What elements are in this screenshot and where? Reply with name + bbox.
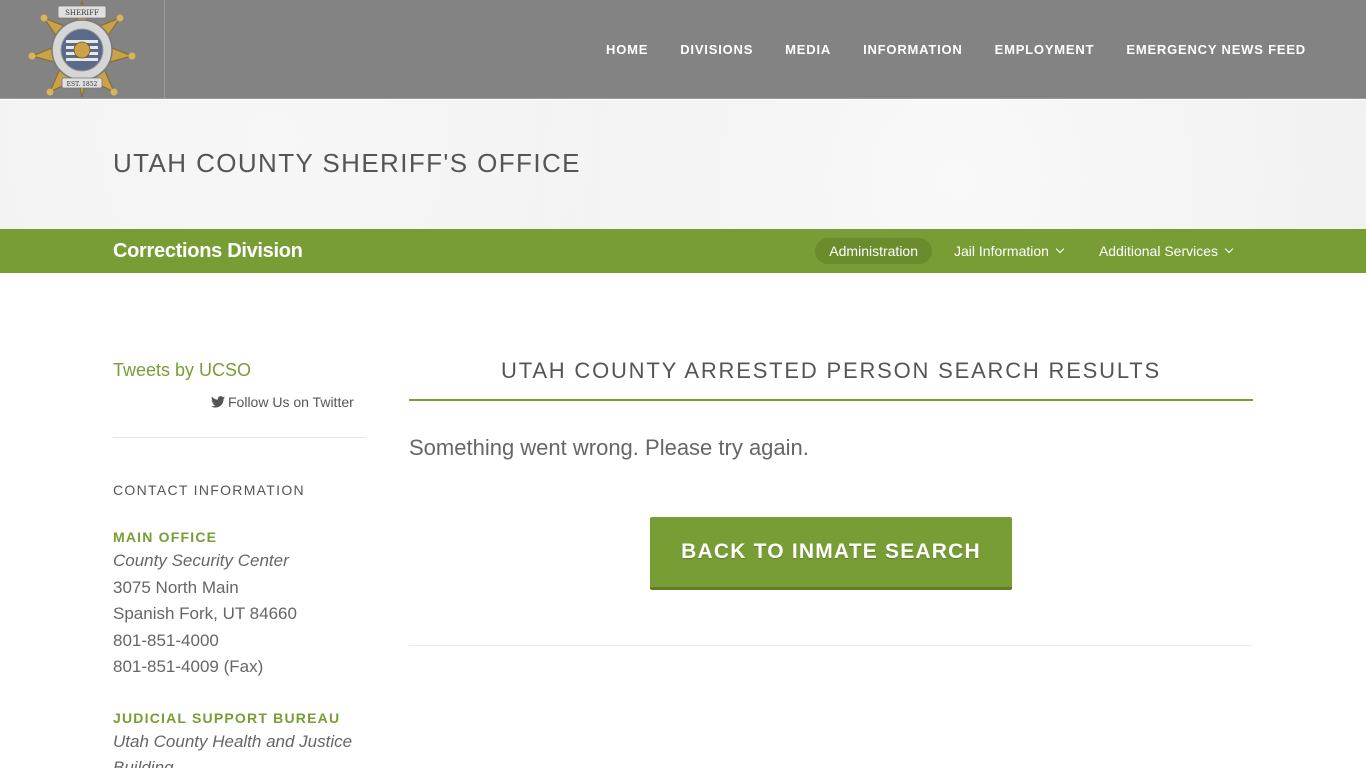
- error-message: Something went wrong. Please try again.: [409, 435, 809, 460]
- division-title[interactable]: Corrections Division: [113, 240, 303, 263]
- subnav-administration-label: Administration: [829, 243, 918, 259]
- svg-text:EST. 1852: EST. 1852: [67, 81, 98, 88]
- nav-information[interactable]: INFORMATION: [863, 42, 963, 57]
- judicial-bureau-name: Utah County Health and Justice: [113, 732, 353, 751]
- top-navigation: SHERIFF EST. 1852 HOME DIVISIONS MEDIA I…: [0, 0, 1366, 99]
- logo-container: SHERIFF EST. 1852: [0, 0, 165, 99]
- main-office-fax: 801-851-4009 (Fax): [113, 657, 264, 676]
- judicial-bureau-name-cont: Building: [113, 758, 174, 768]
- subnav-jail-information-label: Jail Information: [954, 243, 1049, 259]
- main-office-street: 3075 North Main: [113, 578, 239, 597]
- follow-twitter-link[interactable]: Follow Us on Twitter: [211, 394, 354, 410]
- content-divider: [409, 645, 1253, 646]
- results-title: UTAH COUNTY ARRESTED PERSON SEARCH RESUL…: [409, 350, 1253, 401]
- svg-text:SHERIFF: SHERIFF: [65, 9, 99, 17]
- main-content: UTAH COUNTY ARRESTED PERSON SEARCH RESUL…: [409, 350, 1253, 646]
- nav-emergency-news-feed[interactable]: EMERGENCY NEWS FEED: [1126, 42, 1306, 57]
- sidebar: Tweets by UCSO Follow Us on Twitter CONT…: [113, 360, 365, 768]
- hero-banner: UTAH COUNTY SHERIFF'S OFFICE: [0, 100, 1366, 229]
- nav-divisions[interactable]: DIVISIONS: [680, 42, 753, 57]
- main-office-phone[interactable]: 801-851-4000: [113, 631, 219, 651]
- division-bar: Corrections Division Administration Jail…: [0, 229, 1366, 273]
- nav-employment[interactable]: EMPLOYMENT: [995, 42, 1095, 57]
- main-office-city: Spanish Fork, UT 84660: [113, 604, 297, 623]
- follow-twitter-label: Follow Us on Twitter: [228, 394, 354, 410]
- main-nav: HOME DIVISIONS MEDIA INFORMATION EMPLOYM…: [574, 0, 1306, 99]
- back-to-inmate-search-button[interactable]: BACK TO INMATE SEARCH: [650, 517, 1012, 590]
- twitter-icon: [211, 396, 225, 408]
- chevron-down-icon: [1224, 244, 1234, 254]
- back-button-wrapper: BACK TO INMATE SEARCH: [650, 517, 1012, 590]
- judicial-bureau-label: JUDICIAL SUPPORT BUREAU: [113, 710, 341, 726]
- main-office-label: MAIN OFFICE: [113, 529, 218, 545]
- tweets-link[interactable]: Tweets by UCSO: [113, 360, 365, 381]
- sheriff-badge-logo[interactable]: SHERIFF EST. 1852: [28, 0, 136, 99]
- main-office-name: County Security Center: [113, 551, 289, 570]
- subnav-additional-services-label: Additional Services: [1098, 243, 1218, 259]
- contact-heading: CONTACT INFORMATION: [113, 482, 305, 498]
- sidebar-divider: [113, 437, 365, 438]
- nav-media[interactable]: MEDIA: [785, 42, 831, 57]
- division-subnav: Administration Jail Information Addition…: [807, 237, 1246, 265]
- site-title: UTAH COUNTY SHERIFF'S OFFICE: [113, 148, 581, 178]
- nav-home[interactable]: HOME: [606, 42, 648, 57]
- chevron-down-icon: [1055, 244, 1065, 254]
- subnav-administration[interactable]: Administration: [815, 238, 932, 264]
- subnav-jail-information[interactable]: Jail Information: [940, 238, 1077, 264]
- subnav-additional-services[interactable]: Additional Services: [1085, 238, 1246, 264]
